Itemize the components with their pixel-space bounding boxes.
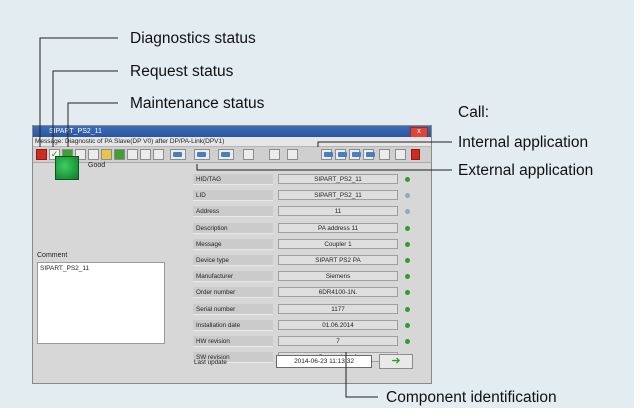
- toolbar-tool-icon[interactable]: [269, 149, 280, 160]
- comment-field[interactable]: SIPART_PS2_11: [37, 262, 165, 344]
- callout-component-identification: Component identification: [386, 389, 557, 406]
- status-led: [405, 241, 410, 247]
- field-row: HID/TAG SIPART_PS2_11: [193, 174, 413, 185]
- status-led: [405, 193, 410, 199]
- status-led: [405, 258, 410, 263]
- field-row: Device type SIPART PS2 PA: [193, 255, 413, 266]
- field-value: 01.06.2014: [278, 319, 398, 330]
- toolbar-empty-button[interactable]: [379, 149, 390, 160]
- field-label: Address: [193, 206, 273, 218]
- toolbar-wrench-icon[interactable]: [243, 149, 254, 160]
- field-value: SIPART PS2 PA: [278, 255, 398, 265]
- callout-external-application: External application: [458, 162, 594, 179]
- toolbar: ✓: [33, 147, 431, 163]
- status-led: [405, 177, 410, 182]
- field-row: HW revision 7: [193, 336, 413, 347]
- field-row: Address 11: [193, 206, 413, 218]
- field-label: Manufacturer: [193, 271, 273, 283]
- callout-maintenance-status: Maintenance status: [130, 95, 265, 112]
- callout-request-status: Request status: [130, 63, 234, 80]
- callout-diagnostics-status: Diagnostics status: [130, 30, 256, 47]
- callout-call: Call:: [458, 104, 490, 121]
- toolbar-empty-button[interactable]: [153, 149, 164, 160]
- status-led: [405, 339, 410, 344]
- field-row: Message Coupler 1: [193, 238, 413, 250]
- field-value: PA address 11: [278, 222, 398, 233]
- window-titlebar: SIPART_PS2_11 x: [33, 126, 431, 138]
- field-label: Installation date: [193, 319, 273, 331]
- toolbar-view-icon[interactable]: [363, 149, 375, 160]
- toolbar-view-icon[interactable]: [218, 149, 234, 160]
- status-led: [405, 274, 410, 280]
- field-row: Installation date 01.06.2014: [193, 319, 413, 331]
- diagnostics-status-icon[interactable]: [36, 149, 47, 160]
- field-value: 1177: [278, 303, 398, 314]
- field-row: Order number 6DR4100-1N.: [193, 287, 413, 299]
- toolbar-empty-button[interactable]: [127, 149, 138, 160]
- last-update-label: Last update: [194, 359, 227, 366]
- message-bar: Message: Diagnostic of PA Slave(DP V0) a…: [33, 137, 431, 147]
- toolbar-pin-icon[interactable]: [395, 149, 406, 160]
- field-value: 7: [278, 336, 398, 346]
- field-value: SIPART_PS2_11: [278, 174, 398, 184]
- toolbar-alarm-icon[interactable]: [411, 149, 420, 160]
- status-led: [405, 306, 410, 312]
- status-led: [405, 290, 410, 296]
- status-led: [405, 225, 410, 231]
- external-application-icon[interactable]: [194, 149, 210, 160]
- field-value: 6DR4100-1N.: [278, 287, 398, 298]
- field-value: SIPART_PS2_11: [278, 190, 398, 201]
- field-label: Message: [193, 238, 273, 250]
- field-value: 11: [278, 206, 398, 217]
- status-indicator: [55, 156, 79, 180]
- toolbar-empty-button[interactable]: [88, 149, 99, 160]
- field-label: HW revision: [193, 336, 273, 347]
- field-value: Coupler 1: [278, 238, 398, 249]
- window-title: SIPART_PS2_11: [49, 128, 102, 135]
- comment-label: Comment: [37, 252, 68, 259]
- field-row: Description PA address 11: [193, 222, 413, 234]
- field-label: LID: [193, 190, 273, 202]
- internal-application-icon[interactable]: [321, 149, 333, 160]
- refresh-icon: ➜: [391, 355, 401, 367]
- field-row: Serial number 1177: [193, 303, 413, 315]
- toolbar-view-icon[interactable]: [349, 149, 361, 160]
- field-label: Description: [193, 222, 273, 234]
- status-led: [405, 322, 410, 328]
- field-label: Serial number: [193, 303, 273, 315]
- faceplate-window: SIPART_PS2_11 x Message: Diagnostic of P…: [32, 125, 432, 384]
- field-row: LID SIPART_PS2_11: [193, 190, 413, 202]
- toolbar-empty-button[interactable]: [140, 149, 151, 160]
- status-led: [405, 209, 410, 215]
- status-text: Good: [88, 162, 106, 169]
- field-value: Siemens: [278, 271, 398, 282]
- toolbar-yellow-button[interactable]: [101, 149, 112, 160]
- toolbar-view-icon[interactable]: [335, 149, 347, 160]
- callout-internal-application: Internal application: [458, 134, 589, 151]
- refresh-button[interactable]: ➜: [379, 354, 413, 369]
- last-update-field: 2014-06-23 11:13:32: [276, 355, 372, 368]
- field-label: HID/TAG: [193, 174, 273, 185]
- toolbar-empty-button[interactable]: [287, 149, 298, 160]
- toolbar-green-button[interactable]: [114, 149, 125, 160]
- field-label: Device type: [193, 255, 273, 266]
- field-label: Order number: [193, 287, 273, 299]
- toolbar-view-icon[interactable]: [170, 149, 186, 160]
- field-row: Manufacturer Siemens: [193, 271, 413, 283]
